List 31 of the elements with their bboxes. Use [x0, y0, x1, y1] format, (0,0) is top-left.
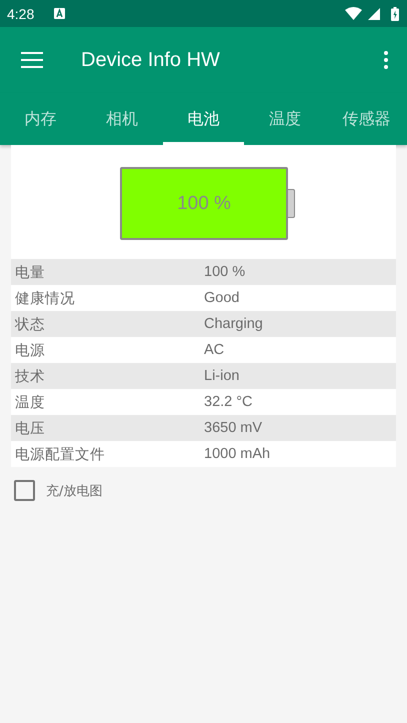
menu-icon[interactable] [21, 52, 43, 68]
info-value: 1000 mAh [204, 446, 270, 462]
notification-icon [54, 8, 66, 19]
info-value: 3650 mV [204, 420, 262, 436]
info-label: 电源配置文件 [14, 446, 106, 464]
info-value: 100 % [204, 264, 246, 280]
signal-icon [368, 8, 380, 20]
info-value: Good [204, 290, 240, 306]
info-label: 健康情况 [14, 290, 76, 308]
info-value: 32.2 °C [204, 394, 253, 410]
tab[interactable]: 内存 [0, 93, 82, 145]
info-label: 温度 [14, 394, 46, 412]
tab[interactable]: 传感器 [326, 93, 407, 145]
info-label: 状态 [14, 316, 46, 334]
battery-percentage: 100 % [177, 192, 231, 214]
info-label: 电源 [14, 342, 46, 360]
more-options-icon[interactable] [384, 51, 388, 69]
tab[interactable]: 相机 [81, 93, 163, 145]
info-value: Li-ion [204, 368, 240, 384]
info-label: 电压 [14, 420, 46, 438]
info-value: AC [204, 342, 224, 358]
checkbox-label: 充/放电图 [46, 482, 102, 500]
wifi-icon [345, 7, 362, 20]
info-value: Charging [204, 316, 263, 332]
battery-charging-icon [391, 6, 399, 20]
app-title: Device Info HW [81, 48, 221, 72]
info-label: 技术 [14, 368, 46, 386]
checkbox[interactable] [14, 480, 35, 501]
tab[interactable]: 温度 [244, 93, 326, 145]
status-time: 4:28 [7, 6, 34, 22]
info-label: 电量 [14, 264, 46, 282]
